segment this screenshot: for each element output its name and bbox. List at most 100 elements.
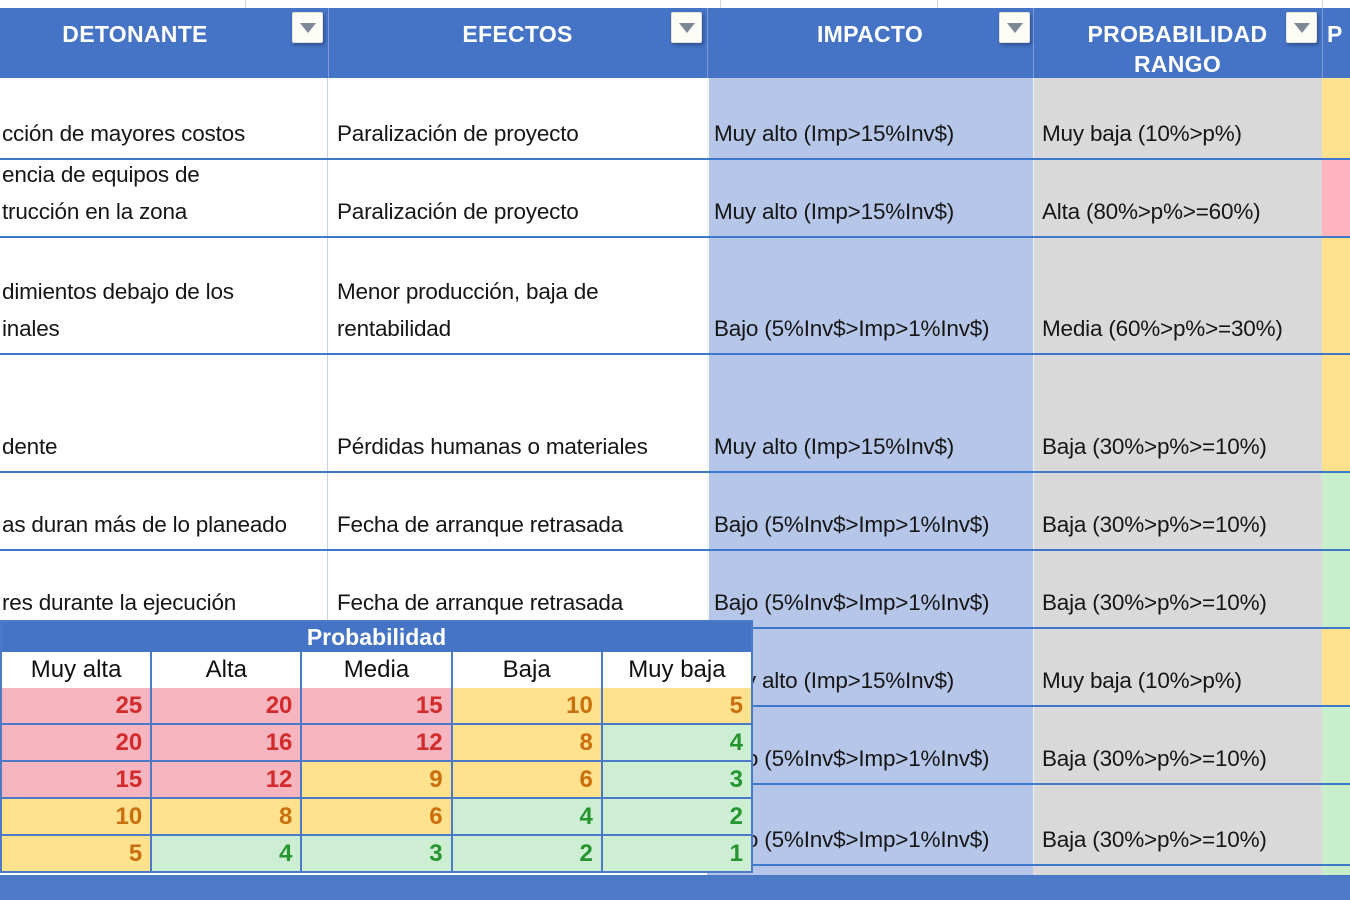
cell-impacto[interactable]: Bajo (5%Inv$>Imp>1%Inv$)	[707, 785, 1033, 864]
matrix-cell-r2c4[interactable]: 8	[453, 725, 601, 760]
matrix-cell-r3c5[interactable]: 3	[603, 762, 751, 797]
matrix-cell-r5c5[interactable]: 1	[603, 836, 751, 871]
cell-probabilidad[interactable]: Muy baja (10%>p%)	[1033, 629, 1322, 705]
cell-efectos[interactable]: Fecha de arranque retrasada	[328, 551, 707, 627]
header-cell-probabilidad-rango[interactable]: PROBABILIDAD RANGO	[1033, 8, 1322, 78]
cell-efectos[interactable]: Menor producción, baja derentabilidad	[328, 238, 707, 353]
header-p-label: P	[1322, 8, 1350, 48]
table-row-3: dimientos debajo de losinales Menor prod…	[0, 238, 1350, 355]
filter-button-probabilidad[interactable]	[1286, 12, 1317, 43]
matrix-cell-r5c3[interactable]: 3	[302, 836, 450, 871]
risk-level-strip[interactable]	[1322, 629, 1350, 705]
probability-matrix: Probabilidad Muy alta Alta Media Baja Mu…	[0, 620, 753, 873]
gridline	[245, 0, 246, 8]
matrix-cell-r1c5[interactable]: 5	[603, 688, 751, 723]
filter-button-impacto[interactable]	[999, 12, 1030, 43]
cell-detonante[interactable]: as duran más de lo planeado	[0, 473, 328, 549]
cell-impacto[interactable]: Bajo (5%Inv$>Imp>1%Inv$)	[707, 473, 1033, 549]
matrix-cell-r5c1[interactable]: 5	[2, 836, 150, 871]
matrix-cell-r5c4[interactable]: 2	[453, 836, 601, 871]
matrix-cell-r4c4[interactable]: 4	[453, 799, 601, 834]
header-divider	[1033, 8, 1034, 78]
matrix-cell-r4c3[interactable]: 6	[302, 799, 450, 834]
matrix-title[interactable]: Probabilidad	[0, 620, 753, 652]
cell-impacto[interactable]: Bajo (5%Inv$>Imp>1%Inv$)	[707, 238, 1033, 353]
chevron-down-icon	[300, 23, 316, 33]
header-cell-impacto[interactable]: IMPACTO	[707, 8, 1033, 78]
cell-probabilidad[interactable]: Baja (30%>p%>=10%)	[1033, 473, 1322, 549]
cell-efectos[interactable]: Paralización de proyecto	[328, 78, 707, 158]
header-divider	[1322, 8, 1323, 78]
risk-level-strip[interactable]	[1322, 238, 1350, 353]
cell-probabilidad[interactable]: Baja (30%>p%>=10%)	[1033, 551, 1322, 627]
matrix-cell-r2c3[interactable]: 12	[302, 725, 450, 760]
cell-detonante[interactable]: res durante la ejecución	[0, 551, 328, 627]
table-row-6: res durante la ejecución Fecha de arranq…	[0, 551, 1350, 629]
sheet-top-gridline-strip	[0, 0, 1350, 8]
matrix-cell-r5c2[interactable]: 4	[152, 836, 300, 871]
cell-impacto[interactable]: Muy alto (Imp>15%Inv$)	[707, 160, 1033, 236]
filter-button-efectos[interactable]	[671, 12, 702, 43]
table-row-1: cción de mayores costos Paralización de …	[0, 78, 1350, 160]
cell-probabilidad[interactable]: Alta (80%>p%>=60%)	[1033, 160, 1322, 236]
cell-detonante[interactable]: dimientos debajo de losinales	[0, 238, 328, 353]
risk-level-strip[interactable]	[1322, 707, 1350, 783]
matrix-header-alta[interactable]: Alta	[152, 652, 300, 688]
cell-probabilidad[interactable]: Baja (30%>p%>=10%)	[1033, 707, 1322, 783]
cell-impacto[interactable]: Bajo (5%Inv$>Imp>1%Inv$)	[707, 551, 1033, 627]
header-cell-detonante[interactable]: DETONANTE	[0, 8, 328, 78]
matrix-cell-r2c2[interactable]: 16	[152, 725, 300, 760]
matrix-cell-r4c5[interactable]: 2	[603, 799, 751, 834]
filter-button-detonante[interactable]	[292, 12, 323, 43]
risk-level-strip[interactable]	[1322, 551, 1350, 627]
matrix-cell-r2c5[interactable]: 4	[603, 725, 751, 760]
matrix-cell-r3c2[interactable]: 12	[152, 762, 300, 797]
matrix-grid: 25201510520161284151296310864254321	[0, 688, 753, 873]
chevron-down-icon	[679, 23, 695, 33]
table-row-2: encia de equipos detrucción en la zona P…	[0, 160, 1350, 238]
matrix-header-media[interactable]: Media	[302, 652, 450, 688]
cell-detonante[interactable]: cción de mayores costos	[0, 78, 328, 158]
header-impacto-label: IMPACTO	[707, 8, 1033, 48]
matrix-cell-r3c1[interactable]: 15	[2, 762, 150, 797]
cell-efectos[interactable]: Pérdidas humanas o materiales	[328, 355, 707, 471]
risk-level-strip[interactable]	[1322, 160, 1350, 236]
matrix-cell-r3c3[interactable]: 9	[302, 762, 450, 797]
matrix-cell-r1c3[interactable]: 15	[302, 688, 450, 723]
cell-probabilidad[interactable]: Media (60%>p%>=30%)	[1033, 238, 1322, 353]
matrix-cell-r1c1[interactable]: 25	[2, 688, 150, 723]
gridline	[1322, 0, 1323, 8]
risk-level-strip[interactable]	[1322, 473, 1350, 549]
matrix-cell-r3c4[interactable]: 6	[453, 762, 601, 797]
cell-impacto[interactable]: Bajo (5%Inv$>Imp>1%Inv$)	[707, 707, 1033, 783]
risk-level-strip[interactable]	[1322, 78, 1350, 158]
header-rango-label: RANGO	[1134, 51, 1221, 77]
header-divider	[707, 8, 708, 78]
cell-probabilidad[interactable]: Baja (30%>p%>=10%)	[1033, 355, 1322, 471]
spreadsheet-risk-table: DETONANTE EFECTOS IMPACTO PROBABILIDAD R…	[0, 0, 1350, 900]
cell-probabilidad[interactable]: Muy baja (10%>p%)	[1033, 78, 1322, 158]
matrix-cell-r2c1[interactable]: 20	[2, 725, 150, 760]
cell-impacto[interactable]: Muy alto (Imp>15%Inv$)	[707, 355, 1033, 471]
cell-detonante[interactable]: encia de equipos detrucción en la zona	[0, 160, 328, 236]
matrix-cell-r4c1[interactable]: 10	[2, 799, 150, 834]
cell-impacto[interactable]: Muy alto (Imp>15%Inv$)	[707, 78, 1033, 158]
matrix-cell-r1c4[interactable]: 10	[453, 688, 601, 723]
bottom-blue-bar	[0, 875, 1350, 900]
matrix-header-muy-alta[interactable]: Muy alta	[2, 652, 150, 688]
risk-level-strip[interactable]	[1322, 785, 1350, 864]
cell-efectos[interactable]: Paralización de proyecto	[328, 160, 707, 236]
chevron-down-icon	[1007, 23, 1023, 33]
header-cell-p-partial[interactable]: P	[1322, 8, 1350, 78]
cell-efectos[interactable]: Fecha de arranque retrasada	[328, 473, 707, 549]
cell-impacto[interactable]: Muy alto (Imp>15%Inv$)	[707, 629, 1033, 705]
cell-detonante[interactable]: dente	[0, 355, 328, 471]
matrix-header-muy-baja[interactable]: Muy baja	[603, 652, 751, 688]
matrix-header-baja[interactable]: Baja	[453, 652, 601, 688]
matrix-cell-r4c2[interactable]: 8	[152, 799, 300, 834]
cell-probabilidad[interactable]: Baja (30%>p%>=10%)	[1033, 785, 1322, 864]
risk-level-strip[interactable]	[1322, 355, 1350, 471]
header-efectos-label: EFECTOS	[328, 8, 707, 48]
matrix-cell-r1c2[interactable]: 20	[152, 688, 300, 723]
header-cell-efectos[interactable]: EFECTOS	[328, 8, 707, 78]
